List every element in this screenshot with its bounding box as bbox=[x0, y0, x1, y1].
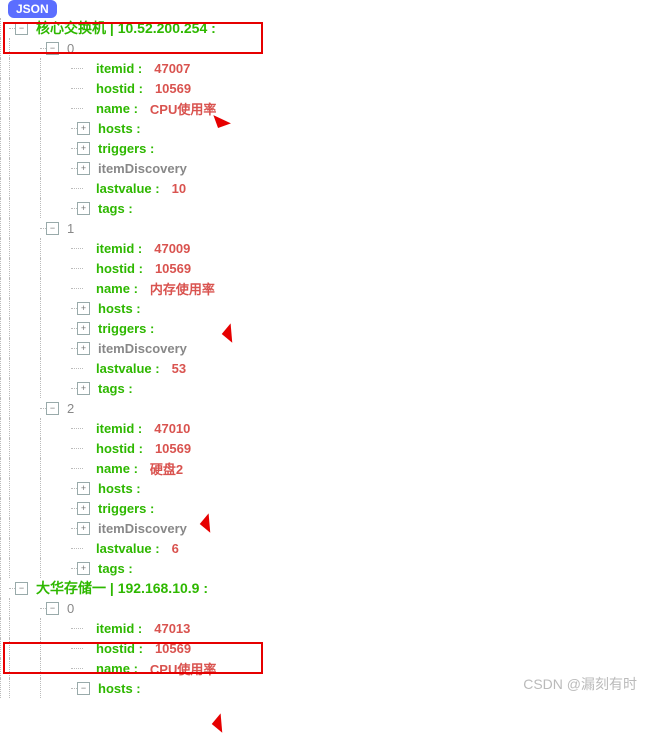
field-key: itemDiscovery bbox=[98, 521, 187, 536]
field-key: tags : bbox=[98, 201, 133, 216]
expand-icon[interactable]: + bbox=[77, 122, 90, 135]
field-value: 10569 bbox=[155, 261, 191, 276]
field-key: itemid : bbox=[96, 241, 142, 256]
field-value: 47009 bbox=[154, 241, 190, 256]
collapse-icon[interactable]: − bbox=[15, 22, 28, 35]
field-key: itemid : bbox=[96, 421, 142, 436]
field-value: 47013 bbox=[154, 621, 190, 636]
field-key: name : bbox=[96, 661, 138, 676]
field-key: hosts : bbox=[98, 121, 141, 136]
field-key: tags : bbox=[98, 381, 133, 396]
collapse-icon[interactable]: − bbox=[77, 682, 90, 695]
field-key: triggers : bbox=[98, 321, 154, 336]
field-value: 内存使用率 bbox=[150, 279, 215, 298]
field-value: CPU使用率 bbox=[150, 99, 216, 118]
field-key: hosts : bbox=[98, 681, 141, 696]
field-key: itemDiscovery bbox=[98, 341, 187, 356]
field-key: triggers : bbox=[98, 141, 154, 156]
tree-host-node: − 核心交换机 | 10.52.200.254 : − 0 itemid : 47… bbox=[0, 18, 651, 578]
field-value: 47007 bbox=[154, 61, 190, 76]
collapse-icon[interactable]: − bbox=[15, 582, 28, 595]
field-key: hosts : bbox=[98, 301, 141, 316]
field-value: CPU使用率 bbox=[150, 659, 216, 678]
field-key: itemid : bbox=[96, 61, 142, 76]
expand-icon[interactable]: + bbox=[77, 322, 90, 335]
expand-icon[interactable]: + bbox=[77, 302, 90, 315]
field-key: tags : bbox=[98, 561, 133, 576]
field-key: hostid : bbox=[96, 641, 143, 656]
field-key: itemid : bbox=[96, 621, 142, 636]
field-key: hostid : bbox=[96, 81, 143, 96]
expand-icon[interactable]: + bbox=[77, 202, 90, 215]
item-index: 2 bbox=[67, 401, 74, 416]
field-value: 53 bbox=[172, 361, 186, 376]
json-badge: JSON bbox=[8, 0, 57, 18]
expand-icon[interactable]: + bbox=[77, 342, 90, 355]
collapse-icon[interactable]: − bbox=[46, 602, 59, 615]
arrow-annotation-4: ◣ bbox=[210, 710, 234, 735]
item-index: 0 bbox=[67, 601, 74, 616]
field-value: 10 bbox=[172, 181, 186, 196]
field-value: 47010 bbox=[154, 421, 190, 436]
field-key: hostid : bbox=[96, 261, 143, 276]
field-value: 10569 bbox=[155, 81, 191, 96]
field-key: lastvalue : bbox=[96, 361, 160, 376]
field-key: name : bbox=[96, 281, 138, 296]
field-key: hostid : bbox=[96, 441, 143, 456]
expand-icon[interactable]: + bbox=[77, 142, 90, 155]
expand-icon[interactable]: + bbox=[77, 482, 90, 495]
collapse-icon[interactable]: − bbox=[46, 402, 59, 415]
field-value: 10569 bbox=[155, 441, 191, 456]
field-key: lastvalue : bbox=[96, 541, 160, 556]
host-title: 大华存储一 | 192.168.10.9 : bbox=[36, 578, 208, 598]
item-index: 0 bbox=[67, 41, 74, 56]
expand-icon[interactable]: + bbox=[77, 562, 90, 575]
expand-icon[interactable]: + bbox=[77, 502, 90, 515]
item-index: 1 bbox=[67, 221, 74, 236]
field-key: triggers : bbox=[98, 501, 154, 516]
field-value: 硬盘2 bbox=[150, 459, 183, 478]
json-tree: − 核心交换机 | 10.52.200.254 : − 0 itemid : 47… bbox=[0, 0, 651, 698]
field-key: name : bbox=[96, 101, 138, 116]
expand-icon[interactable]: + bbox=[77, 382, 90, 395]
field-key: name : bbox=[96, 461, 138, 476]
watermark: CSDN @漏刻有时 bbox=[523, 674, 637, 694]
field-value: 6 bbox=[172, 541, 179, 556]
collapse-icon[interactable]: − bbox=[46, 222, 59, 235]
expand-icon[interactable]: + bbox=[77, 162, 90, 175]
host-title: 核心交换机 | 10.52.200.254 : bbox=[36, 18, 216, 38]
expand-icon[interactable]: + bbox=[77, 522, 90, 535]
field-key: hosts : bbox=[98, 481, 141, 496]
field-value: 10569 bbox=[155, 641, 191, 656]
field-key: itemDiscovery bbox=[98, 161, 187, 176]
field-key: lastvalue : bbox=[96, 181, 160, 196]
collapse-icon[interactable]: − bbox=[46, 42, 59, 55]
